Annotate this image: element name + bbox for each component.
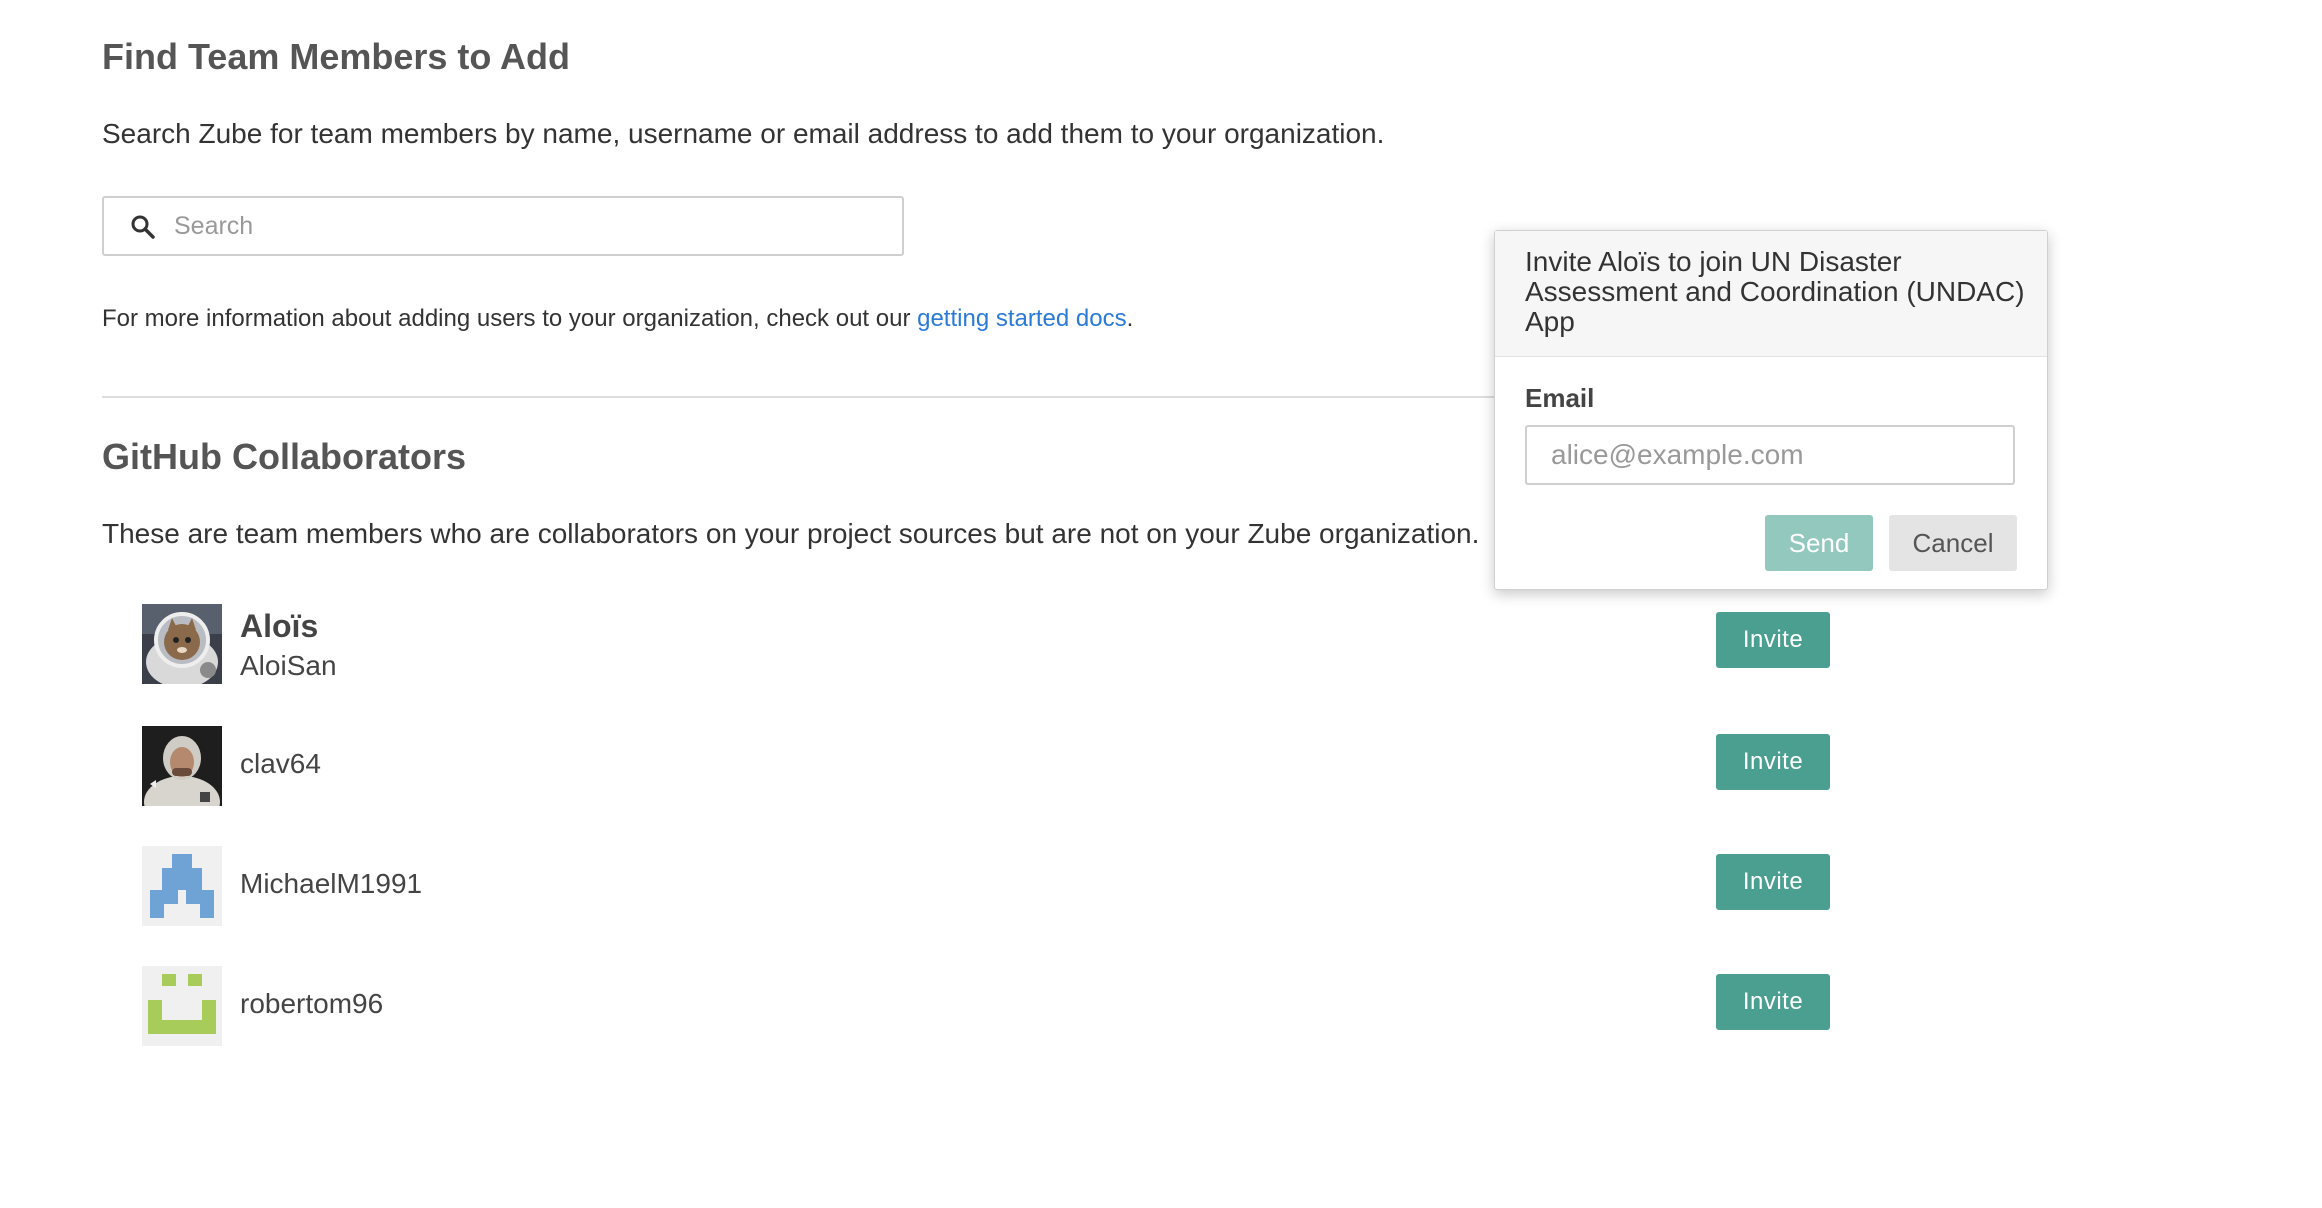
collaborator-row: Aloïs AloiSan Invite: [142, 604, 1842, 684]
avatar: [142, 726, 222, 806]
page: Find Team Members to Add Search Zube for…: [0, 0, 2322, 1208]
avatar: [142, 846, 222, 926]
invite-button[interactable]: Invite: [1716, 974, 1830, 1030]
invite-button[interactable]: Invite: [1716, 734, 1830, 790]
avatar: [142, 966, 222, 1046]
blue-identicon-avatar: [142, 846, 222, 926]
green-identicon-avatar: [142, 966, 222, 1046]
more-info-suffix: .: [1126, 305, 1134, 332]
invite-email-input[interactable]: [1525, 425, 2015, 485]
cancel-button[interactable]: Cancel: [1889, 515, 2017, 571]
person-hoodie-avatar: [142, 726, 222, 806]
collaborator-row: robertom96 Invite: [142, 966, 1842, 1046]
collaborator-username: MichaelM1991: [240, 868, 423, 899]
github-collaborators-description: These are team members who are collabora…: [102, 518, 1480, 549]
find-members-heading: Find Team Members to Add: [102, 36, 571, 77]
github-collaborators-heading: GitHub Collaborators: [102, 436, 467, 477]
invite-button[interactable]: Invite: [1716, 854, 1830, 910]
more-info-text: For more information about adding users …: [102, 305, 1133, 333]
collaborator-name: Aloïs: [240, 608, 319, 644]
getting-started-docs-link[interactable]: getting started docs: [917, 305, 1126, 332]
find-members-description: Search Zube for team members by name, us…: [102, 118, 1385, 149]
collaborator-username: robertom96: [240, 988, 384, 1019]
search-icon: [131, 215, 155, 239]
invite-popover-title: Invite Aloïs to join UN Disaster Assessm…: [1525, 246, 2025, 337]
invite-button[interactable]: Invite: [1716, 612, 1830, 668]
collaborator-username: AloiSan: [240, 650, 337, 681]
collaborator-username: clav64: [240, 748, 321, 779]
avatar: [142, 604, 222, 684]
collaborator-row: MichaelM1991 Invite: [142, 846, 1842, 926]
member-search-box[interactable]: [102, 196, 904, 256]
member-search-input[interactable]: [174, 206, 874, 246]
email-label: Email: [1525, 383, 1595, 413]
invite-popover-header: Invite Aloïs to join UN Disaster Assessm…: [1495, 231, 2047, 357]
invite-popover: Invite Aloïs to join UN Disaster Assessm…: [1494, 230, 2048, 590]
section-divider: [102, 396, 1502, 398]
more-info-prefix: For more information about adding users …: [102, 305, 918, 332]
astronaut-cat-avatar: [142, 604, 222, 684]
send-button[interactable]: Send: [1765, 515, 1873, 571]
collaborator-row: clav64 Invite: [142, 726, 1842, 806]
